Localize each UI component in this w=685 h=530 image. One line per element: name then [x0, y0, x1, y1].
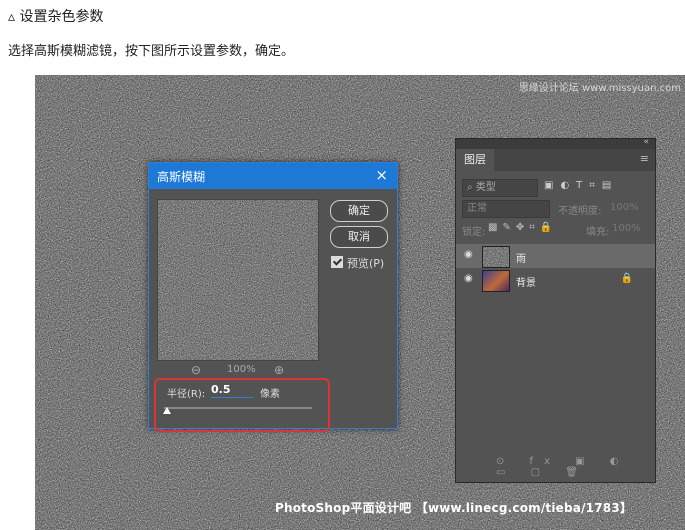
opacity-label: 不透明度:: [558, 206, 602, 217]
zoom-level: 100%: [227, 364, 256, 375]
radius-label: 半径(R):: [167, 389, 206, 400]
checkbox-checked-icon[interactable]: [331, 256, 343, 268]
lock-icon: 🔒: [620, 273, 633, 284]
preview-label: 预览(P): [347, 257, 385, 270]
close-icon[interactable]: ×: [375, 166, 388, 184]
lock-label: 锁定:: [462, 227, 486, 238]
preview-checkbox[interactable]: 预览(P): [331, 255, 384, 271]
radius-unit: 像素: [260, 389, 280, 400]
fill-label: 填充:: [586, 227, 610, 238]
panel-tabbar: 图层 ≡: [456, 149, 655, 171]
gaussian-blur-dialog: 高斯模糊 × ⊖ 100% ⊕ 确定 取消 预览(P) 半径(R): 0.5 像…: [148, 162, 398, 432]
dialog-title: 高斯模糊: [157, 170, 206, 184]
blend-mode-select[interactable]: 正常: [462, 200, 550, 218]
layers-panel: « 图层 ≡ ⌕ 类型 ▣◐T⌗▤ 正常 不透明度: 100% 锁定: ▩✎✥⌗…: [455, 137, 656, 483]
collapse-icon[interactable]: «: [643, 137, 649, 147]
radius-slider-track[interactable]: [164, 407, 312, 409]
layer-name: 雨: [516, 254, 526, 265]
filter-icons[interactable]: ▣◐T⌗▤: [544, 180, 618, 191]
eye-icon[interactable]: ◉: [464, 273, 473, 284]
zoom-out-icon[interactable]: ⊖: [191, 363, 201, 377]
preview-noise-image: [158, 200, 318, 360]
watermark-bottom: PhotoShop平面设计吧 【www.linecg.com/tieba/178…: [275, 501, 633, 515]
layer-thumbnail: [482, 246, 510, 268]
dialog-titlebar[interactable]: 高斯模糊 ×: [149, 163, 397, 189]
fill-input[interactable]: 100%: [612, 223, 641, 234]
layer-row[interactable]: ◉ 背景 🔒: [456, 268, 655, 292]
zoom-in-icon[interactable]: ⊕: [274, 363, 284, 377]
filter-preview[interactable]: [157, 199, 319, 361]
eye-icon[interactable]: ◉: [464, 249, 473, 260]
panel-topbar: «: [456, 137, 655, 149]
step-heading: ▵ 设置杂色参数: [8, 9, 104, 25]
blend-row: 正常 不透明度: 100%: [462, 200, 648, 218]
lock-options-icons[interactable]: ▩✎✥⌗🔒: [488, 222, 557, 233]
radius-input[interactable]: 0.5: [211, 383, 253, 398]
panel-bottom-toolbar[interactable]: ⊙ fx ▣ ◐ ▭ ▢ 🗑: [496, 456, 655, 478]
zoom-controls: ⊖ 100% ⊕: [157, 363, 317, 378]
tab-layers[interactable]: 图层: [456, 149, 494, 171]
filter-type-select[interactable]: ⌕ 类型: [462, 179, 538, 197]
panel-menu-icon[interactable]: ≡: [640, 152, 649, 165]
lock-row: 锁定: ▩✎✥⌗🔒 填充: 100%: [462, 222, 648, 238]
layer-thumbnail: [482, 270, 510, 292]
layer-filter-row: ⌕ 类型 ▣◐T⌗▤: [462, 179, 648, 197]
step-instruction: 选择高斯模糊滤镜，按下图所示设置参数，确定。: [8, 44, 295, 59]
ok-button[interactable]: 确定: [330, 200, 388, 222]
layer-row[interactable]: ◉ 雨: [456, 244, 655, 268]
photoshop-screenshot: 思缘设计论坛 www.missyuan.com 高斯模糊 × ⊖ 100% ⊕ …: [35, 75, 685, 530]
cancel-button[interactable]: 取消: [330, 226, 388, 248]
watermark-top: 思缘设计论坛 www.missyuan.com: [518, 83, 681, 94]
opacity-input[interactable]: 100%: [610, 202, 639, 213]
radius-slider-thumb[interactable]: [162, 407, 171, 414]
layer-name: 背景: [516, 278, 536, 289]
